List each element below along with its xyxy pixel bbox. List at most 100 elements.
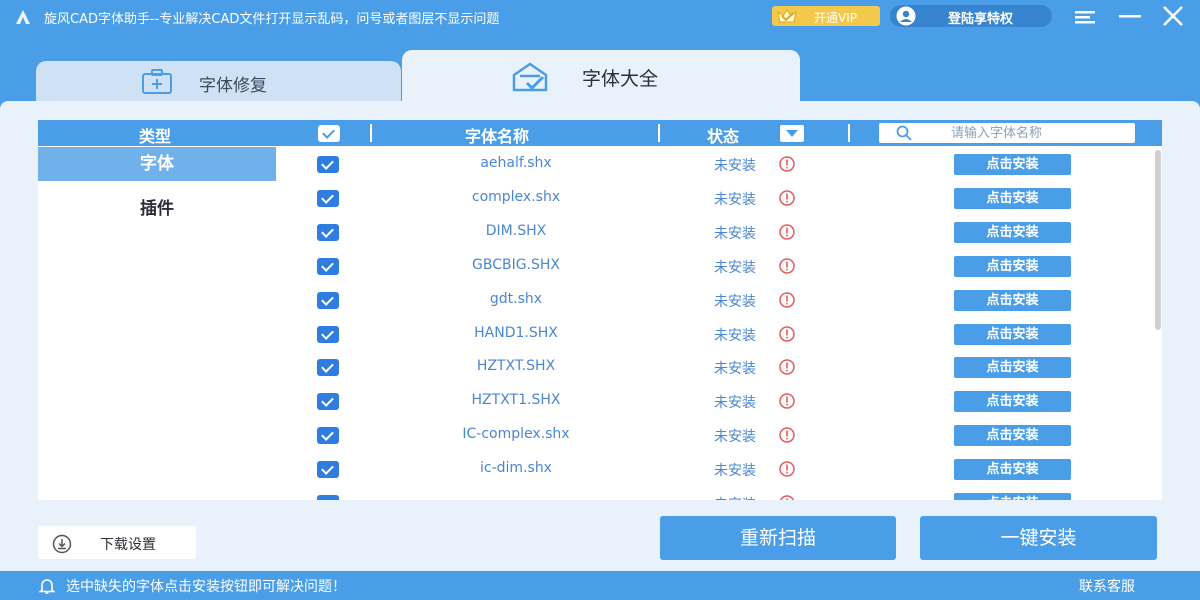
tab-label: 字体修复 <box>199 76 267 96</box>
font-list: aehalf.shx 未安装 点击安装 complex.shx 未安装 点击安装 DIM.S… <box>276 147 1152 500</box>
vip-button[interactable]: 开通VIP <box>772 6 880 26</box>
install-button[interactable]: 点击安装 <box>954 289 1071 311</box>
table-row: HAND1.SHX 未安装 点击安装 <box>276 317 1152 351</box>
column-font-name: 字体名称 <box>465 127 530 146</box>
font-name: aehalf.shx <box>480 155 552 171</box>
warning-icon <box>779 325 795 342</box>
title-bar: 旋风CAD字体助手--专业解决CAD文件打开显示乱码，问号或者图层不显示问题 开… <box>0 0 1200 33</box>
warning-icon <box>779 427 795 443</box>
window-title: 旋风CAD字体助手--专业解决CAD文件打开显示乱码，问号或者图层不显示问题 <box>44 12 500 27</box>
download-settings-label: 下载设置 <box>100 537 156 553</box>
row-checkbox[interactable] <box>317 156 339 173</box>
table-row: DIM.SHX 未安装 点击安装 <box>276 215 1152 249</box>
row-checkbox[interactable] <box>317 291 339 309</box>
font-name: DIM.SHX <box>485 222 547 239</box>
install-status: 未安装 <box>714 395 756 412</box>
install-button[interactable]: 点击安装 <box>954 323 1071 345</box>
checkbox[interactable] <box>318 125 340 142</box>
avatar-icon <box>896 6 916 26</box>
table-row: 未安装 点击安装 <box>276 486 1152 500</box>
table-header: 类型 字体名称 状态 <box>38 120 1162 146</box>
column-divider <box>370 124 372 142</box>
install-button[interactable]: 点击安装 <box>954 391 1071 413</box>
font-library-icon <box>512 62 548 92</box>
install-all-button[interactable]: 一键安装 <box>920 516 1157 560</box>
install-button[interactable]: 点击安装 <box>954 425 1071 447</box>
row-checkbox[interactable] <box>317 189 339 207</box>
tab-font-library[interactable]: 字体大全 <box>402 50 800 102</box>
close-icon[interactable] <box>1160 6 1186 28</box>
search-icon <box>896 125 912 141</box>
font-name: gdt.shx <box>489 290 543 307</box>
install-status: 未安装 <box>714 463 756 480</box>
install-button[interactable]: 点击安装 <box>954 357 1071 379</box>
table-row: aehalf.shx 未安装 点击安装 <box>276 147 1152 181</box>
font-name: ic-dim.shx <box>480 460 552 477</box>
column-divider <box>658 124 660 142</box>
warning-icon <box>779 359 795 376</box>
row-checkbox[interactable] <box>317 257 339 275</box>
install-status: 未安装 <box>714 327 756 344</box>
font-name: HZTXT.SHX <box>476 358 556 375</box>
install-button[interactable]: 点击安装 <box>954 221 1071 243</box>
status-bar: 选中缺失的字体点击安装按钮即可解决问题！ 联系客服 <box>0 571 1200 600</box>
row-checkbox[interactable] <box>317 495 339 500</box>
install-button[interactable]: 点击安装 <box>954 493 1071 500</box>
rescan-button[interactable]: 重新扫描 <box>660 516 896 560</box>
table-row: complex.shx 未安装 点击安装 <box>276 181 1152 215</box>
install-status: 未安装 <box>714 225 756 242</box>
font-name: HZTXT1.SHX <box>471 392 561 409</box>
row-checkbox[interactable] <box>317 223 339 241</box>
install-status: 未安装 <box>714 293 756 310</box>
minimize-icon[interactable] <box>1117 6 1143 28</box>
font-name: GBCBIG.SHX <box>471 256 561 273</box>
crown-icon <box>777 9 797 23</box>
table-row: GBCBIG.SHX 未安装 点击安装 <box>276 249 1152 283</box>
install-status: 未安装 <box>714 361 756 378</box>
install-button[interactable]: 点击安装 <box>954 255 1071 277</box>
vip-label: 开通VIP <box>814 11 857 25</box>
install-status: 未安装 <box>714 494 756 500</box>
tab-label: 字体大全 <box>582 68 659 90</box>
download-settings-button[interactable]: 下载设置 <box>38 526 196 559</box>
warning-icon <box>779 257 795 274</box>
table-row: IC-complex.shx 未安装 点击安装 <box>276 418 1152 452</box>
install-status: 未安装 <box>714 429 756 446</box>
warning-icon <box>779 224 795 240</box>
install-status: 未安装 <box>714 259 756 276</box>
contact-support-link[interactable]: 联系客服 <box>1079 576 1135 596</box>
select-all-checkbox[interactable] <box>318 125 340 142</box>
column-type: 类型 <box>139 127 172 146</box>
category-plugin[interactable]: 插件 <box>38 192 276 226</box>
login-button[interactable]: 登陆享特权 <box>890 5 1052 27</box>
status-filter-dropdown[interactable] <box>780 125 804 142</box>
app-logo-icon <box>16 10 30 24</box>
row-checkbox[interactable] <box>317 325 339 343</box>
menu-icon[interactable] <box>1072 6 1098 28</box>
bell-icon <box>38 579 56 594</box>
install-button[interactable]: 点击安装 <box>954 154 1071 175</box>
font-name: complex.shx <box>471 188 561 205</box>
row-checkbox[interactable] <box>317 359 339 377</box>
category-font[interactable]: 字体 <box>38 147 276 181</box>
warning-icon <box>779 291 795 308</box>
warning-icon <box>779 190 795 206</box>
row-checkbox[interactable] <box>317 393 339 411</box>
install-status: 未安装 <box>714 158 756 174</box>
medkit-icon <box>142 69 172 94</box>
row-checkbox[interactable] <box>317 427 339 445</box>
table-row: HZTXT1.SHX 未安装 点击安装 <box>276 384 1152 418</box>
warning-icon <box>779 156 795 172</box>
table-row: gdt.shx 未安装 点击安装 <box>276 283 1152 317</box>
install-button[interactable]: 点击安装 <box>954 187 1071 209</box>
scrollbar[interactable] <box>1155 150 1161 330</box>
search-input[interactable] <box>879 123 1135 143</box>
column-status: 状态 <box>707 127 740 146</box>
column-divider <box>848 124 850 142</box>
row-checkbox[interactable] <box>317 461 339 479</box>
table-row: HZTXT.SHX 未安装 点击安装 <box>276 350 1152 384</box>
install-status: 未安装 <box>714 191 756 208</box>
tab-font-repair[interactable]: 字体修复 <box>36 61 401 101</box>
font-name: HAND1.SHX <box>474 324 558 341</box>
install-button[interactable]: 点击安装 <box>954 459 1071 481</box>
